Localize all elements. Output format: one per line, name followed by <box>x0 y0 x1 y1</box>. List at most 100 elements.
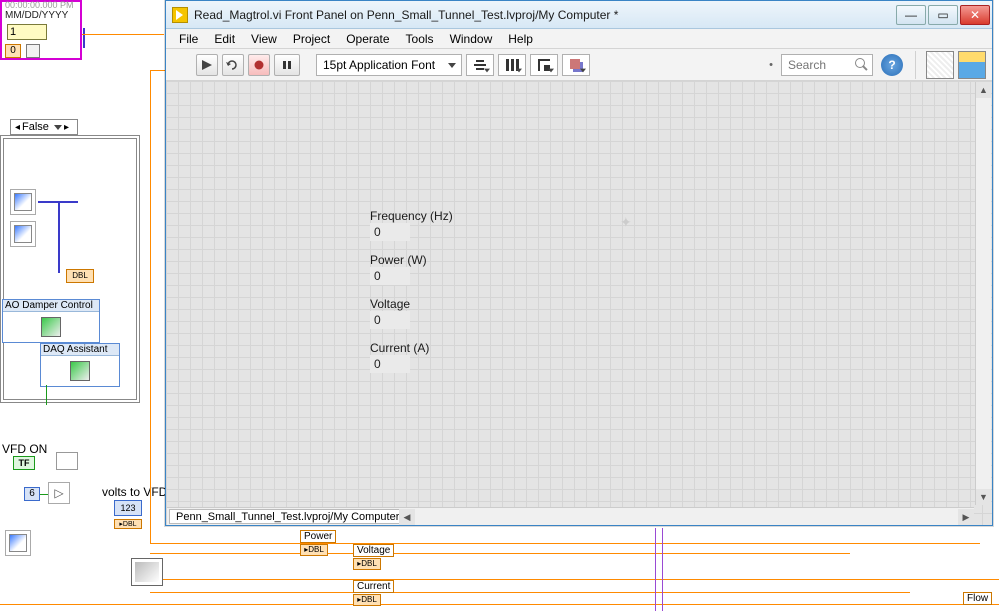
run-continuous-button[interactable] <box>222 54 244 76</box>
power-value[interactable]: 0 <box>370 267 410 285</box>
vertical-scrollbar[interactable]: ▲ ▼ <box>975 82 991 505</box>
connector-pane-icon[interactable] <box>926 51 954 79</box>
indicator-current: Current (A) 0 <box>370 341 429 373</box>
dbl-type-chip: ▸DBL <box>353 594 381 606</box>
close-button[interactable]: ✕ <box>960 5 990 25</box>
search-input[interactable] <box>788 58 854 72</box>
indicator-voltage: Voltage 0 <box>370 297 410 329</box>
voltage-value[interactable]: 0 <box>370 311 410 329</box>
frequency-label: Frequency (Hz) <box>370 209 453 223</box>
pause-button[interactable] <box>274 54 300 76</box>
express-node[interactable] <box>10 221 36 247</box>
daq-assistant-label: DAQ Assistant <box>41 344 119 356</box>
menu-view[interactable]: View <box>244 32 284 46</box>
dbl-type-chip: ▸DBL <box>114 519 142 529</box>
reorder-dropdown[interactable] <box>562 54 590 76</box>
voltage-label: Voltage <box>370 297 410 311</box>
wire <box>40 494 48 495</box>
volts-to-vfd-label: volts to VFD <box>102 485 167 499</box>
numeric-six[interactable]: 6 <box>24 487 40 501</box>
resize-objects-dropdown[interactable] <box>530 54 558 76</box>
distribute-objects-dropdown[interactable] <box>498 54 526 76</box>
dbl-type-chip: ▸DBL <box>353 558 381 570</box>
frequency-value[interactable]: 0 <box>370 223 410 241</box>
wire <box>150 579 999 580</box>
menu-project[interactable]: Project <box>286 32 337 46</box>
abort-button[interactable] <box>248 54 270 76</box>
menu-tools[interactable]: Tools <box>399 32 441 46</box>
titlebar[interactable]: Read_Magtrol.vi Front Panel on Penn_Smal… <box>166 1 992 29</box>
wire <box>150 70 165 71</box>
wire <box>58 201 60 273</box>
bd-power-label: Power <box>300 530 336 543</box>
window-title: Read_Magtrol.vi Front Panel on Penn_Smal… <box>194 8 894 22</box>
wire <box>150 543 980 544</box>
timestamp-format: MM/DD/YYYY <box>5 10 68 21</box>
express-vi-icon <box>41 317 61 337</box>
maximize-button[interactable]: ▭ <box>928 5 958 25</box>
bd-flow-label: Flow <box>963 592 992 605</box>
horizontal-scrollbar[interactable]: Penn_Small_Tunnel_Test.lvproj/My Compute… <box>167 507 974 525</box>
wire <box>150 553 850 554</box>
labview-app-icon <box>172 7 188 23</box>
menu-window[interactable]: Window <box>443 32 500 46</box>
case-selector-value: False <box>22 121 49 133</box>
numeric-one[interactable]: 1 <box>7 24 47 40</box>
search-box[interactable] <box>781 54 873 76</box>
indicator-power: Power (W) 0 <box>370 253 427 285</box>
vfd-on-label: VFD ON <box>2 442 47 456</box>
project-breadcrumb[interactable]: Penn_Small_Tunnel_Test.lvproj/My Compute… <box>169 509 406 524</box>
subvi-node[interactable] <box>131 558 163 586</box>
case-structure[interactable]: ◂ False ▸ DBL AO Damper Control DAQ Assi… <box>0 135 140 403</box>
dbl-type-chip: ▸DBL <box>300 544 328 556</box>
timestamp-cluster: 00:00:00.000 PM MM/DD/YYYY 1 0 <box>0 0 82 60</box>
scroll-up-arrow[interactable]: ▲ <box>976 82 991 98</box>
front-panel-grid[interactable]: Frequency (Hz) 0 Power (W) 0 Voltage 0 C… <box>166 81 992 525</box>
menu-edit[interactable]: Edit <box>207 32 242 46</box>
origin-marker: ✦ <box>620 214 632 231</box>
align-objects-dropdown[interactable] <box>466 54 494 76</box>
wire <box>82 34 164 35</box>
ao-damper-control-vi[interactable]: AO Damper Control <box>2 299 100 343</box>
menu-operate[interactable]: Operate <box>339 32 396 46</box>
current-label: Current (A) <box>370 341 429 355</box>
toolbar: 15pt Application Font • ? <box>166 49 992 81</box>
bd-current-label: Current <box>353 580 394 593</box>
wire <box>655 528 656 611</box>
express-node[interactable] <box>10 189 36 215</box>
index-zero: 0 <box>5 44 21 58</box>
context-help-button[interactable]: ? <box>881 54 903 76</box>
current-value[interactable]: 0 <box>370 355 410 373</box>
cluster-icon <box>26 44 40 58</box>
power-label: Power (W) <box>370 253 427 267</box>
minimize-button[interactable]: — <box>896 5 926 25</box>
wire <box>46 385 47 405</box>
scroll-right-arrow[interactable]: ▶ <box>958 509 974 525</box>
vi-icon[interactable] <box>958 51 986 79</box>
daq-assistant-vi[interactable]: DAQ Assistant <box>40 343 120 387</box>
vfd-on-terminal[interactable]: TF <box>13 456 35 470</box>
font-selector-label: 15pt Application Font <box>323 58 435 72</box>
bd-voltage-label: Voltage <box>353 544 394 557</box>
express-vi-icon <box>70 361 90 381</box>
bool-indicator-icon <box>56 452 78 470</box>
scroll-left-arrow[interactable]: ◀ <box>399 509 415 525</box>
search-icon <box>854 57 870 73</box>
compare-node[interactable]: ▷ <box>48 482 70 504</box>
volts-to-vfd-terminal[interactable]: 123 <box>114 500 142 516</box>
wire <box>0 604 999 605</box>
menu-file[interactable]: File <box>172 32 205 46</box>
scroll-down-arrow[interactable]: ▼ <box>976 489 991 505</box>
wire <box>83 28 85 48</box>
wire <box>662 528 663 611</box>
ao-damper-label: AO Damper Control <box>3 300 99 312</box>
timestamp-header: 00:00:00.000 PM <box>5 0 74 10</box>
run-button[interactable] <box>196 54 218 76</box>
dbl-coercion: DBL <box>66 269 94 283</box>
menu-help[interactable]: Help <box>501 32 540 46</box>
front-panel-window: Read_Magtrol.vi Front Panel on Penn_Smal… <box>165 0 993 526</box>
menubar: File Edit View Project Operate Tools Win… <box>166 29 992 49</box>
express-node[interactable] <box>5 530 31 556</box>
case-selector[interactable]: ◂ False ▸ <box>10 119 78 135</box>
font-selector[interactable]: 15pt Application Font <box>316 54 462 76</box>
